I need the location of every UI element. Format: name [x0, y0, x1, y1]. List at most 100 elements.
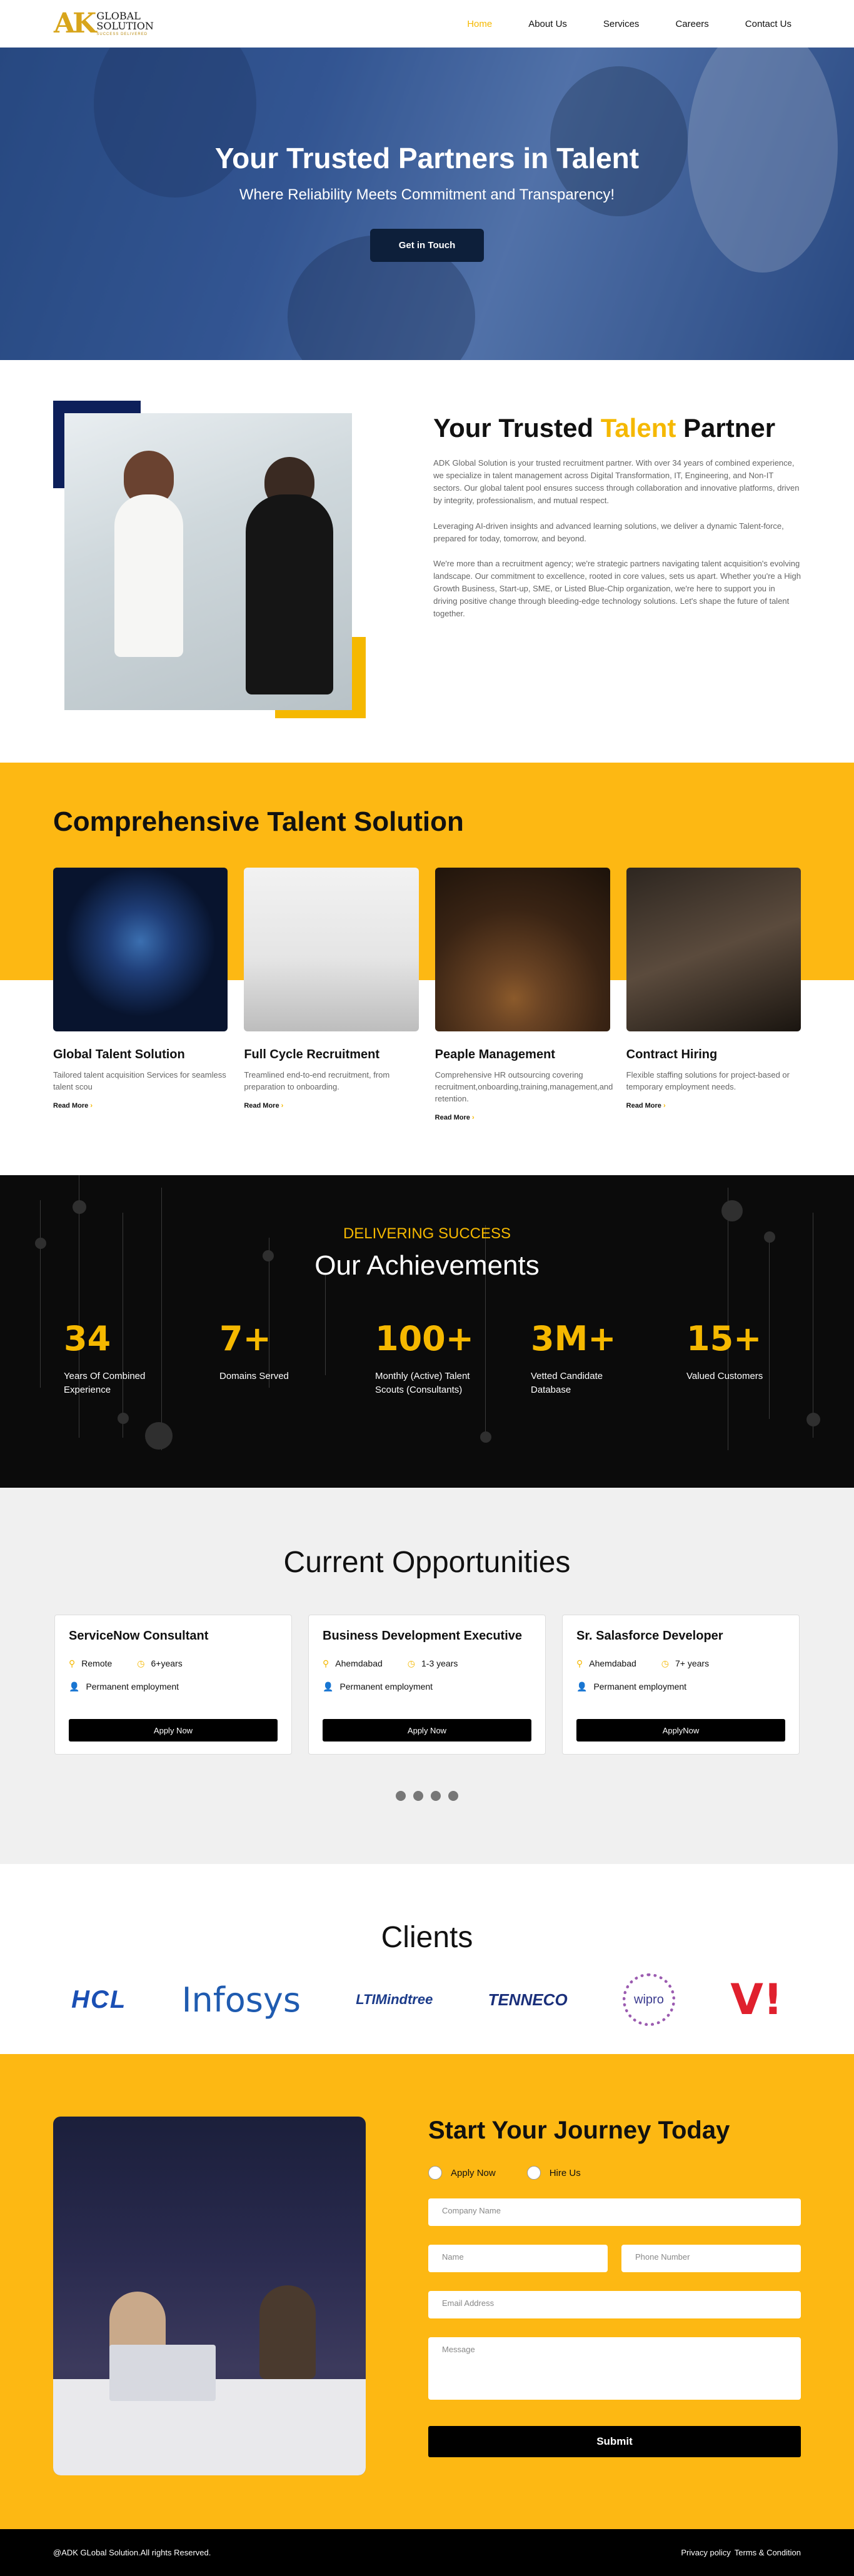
achievements-eyebrow: DELIVERING SUCCESS	[343, 1225, 511, 1242]
phone-field[interactable]: Phone Number	[621, 2245, 801, 2272]
job-location-text: Ahemdabad	[335, 1658, 383, 1668]
radio-apply-now[interactable]: Apply Now	[428, 2166, 496, 2180]
job-experience: ◷ 6+years	[137, 1658, 182, 1669]
logo-mark: AK	[54, 8, 96, 39]
read-more-label: Read More	[435, 1113, 470, 1121]
message-field[interactable]: Message	[428, 2337, 801, 2400]
about-paragraph: Leveraging AI-driven insights and advanc…	[433, 521, 784, 543]
job-location-text: Remote	[81, 1658, 113, 1668]
carousel-dot[interactable]	[396, 1791, 406, 1801]
read-more-link[interactable]: Read More ›	[244, 1102, 283, 1110]
service-card-title: Peaple Management	[435, 1048, 555, 1061]
about-title-pre: Your Trusted	[433, 413, 601, 443]
apply-now-button[interactable]: Apply Now	[323, 1719, 531, 1742]
service-card-title: Full Cycle Recruitment	[244, 1048, 380, 1061]
radio-hire-us[interactable]: Hire Us	[526, 2166, 581, 2180]
person-icon: 👤	[323, 1681, 334, 1691]
privacy-policy-link[interactable]: Privacy policy	[681, 2548, 730, 2557]
nav-careers[interactable]: Careers	[675, 19, 708, 29]
clock-icon: ◷	[137, 1658, 145, 1668]
carousel-dot[interactable]	[431, 1791, 441, 1801]
stat-label: Domains Served	[219, 1371, 289, 1381]
name-field[interactable]: Name	[428, 2245, 608, 2272]
woman-body	[114, 494, 183, 657]
job-type-text: Permanent employment	[339, 1681, 433, 1691]
job-type-text: Permanent employment	[86, 1681, 179, 1691]
stat-label: Valued Customers	[686, 1371, 763, 1381]
globe-hand-image	[53, 868, 228, 1031]
job-meta: ⚲ Ahemdabad ◷ 7+ years	[576, 1658, 785, 1669]
chevron-right-icon: ›	[90, 1101, 93, 1110]
read-more-link[interactable]: Read More ›	[626, 1102, 666, 1110]
service-card-desc: Treamlined end-to-end recruitment, from …	[244, 1070, 390, 1091]
job-experience: ◷ 7+ years	[661, 1658, 709, 1669]
job-experience: ◷ 1-3 years	[408, 1658, 458, 1669]
stat-label: Vetted Candidate Database	[531, 1371, 603, 1395]
job-card: Sr. Salasforce Developer ⚲ Ahemdabad ◷ 7+ …	[562, 1615, 800, 1755]
infosys-logo: Infosys	[181, 1980, 301, 2020]
service-card: Peaple Management Comprehensive HR outso…	[435, 868, 613, 1123]
job-meta: ⚲ Remote ◷ 6+years	[69, 1658, 278, 1669]
radio-hire-label: Hire Us	[549, 2167, 581, 2178]
hero-title: Your Trusted Partners in Talent	[214, 142, 640, 174]
clients-section: Clients HCL Infosys LTIMindtree TENNECO …	[0, 1864, 854, 2054]
stat-item: 7+ Domains Served	[219, 1319, 375, 1397]
footer: @ADK GLobal Solution.All rights Reserved…	[0, 2529, 854, 2576]
logo-text: GLOBAL SOLUTION SUCCESS DELIVERED	[96, 11, 154, 37]
get-in-touch-button[interactable]: Get in Touch	[369, 229, 485, 262]
stat-item: 15+ Valued Customers	[686, 1319, 842, 1397]
nav-contact-us[interactable]: Contact Us	[745, 19, 791, 29]
about-paragraph: We're more than a recruitment agency; we…	[433, 558, 801, 619]
wooden-figures-image	[435, 868, 610, 1031]
nav-home[interactable]: Home	[467, 19, 492, 29]
person-right	[259, 2285, 316, 2379]
terms-link[interactable]: Terms & Condition	[735, 2548, 801, 2557]
radio-circle[interactable]	[526, 2166, 541, 2180]
clock-icon: ◷	[661, 1658, 669, 1668]
decor-dot	[480, 1431, 491, 1443]
job-cards: ServiceNow Consultant ⚲ Remote ◷ 6+years 👤…	[0, 1615, 854, 1755]
company-name-field[interactable]: Company Name	[428, 2198, 801, 2226]
service-card-desc: Tailored talent acquisition Services for…	[53, 1070, 226, 1091]
job-type: 👤 Permanent employment	[323, 1681, 531, 1692]
job-card: ServiceNow Consultant ⚲ Remote ◷ 6+years 👤…	[54, 1615, 292, 1755]
service-card-desc: Flexible staffing solutions for project-…	[626, 1070, 790, 1091]
stat-item: 3M+ Vetted Candidate Database	[531, 1319, 686, 1397]
read-more-link[interactable]: Read More ›	[53, 1102, 93, 1110]
contact-form: Start Your Journey Today Apply Now Hire …	[428, 2117, 801, 2529]
job-type-text: Permanent employment	[593, 1681, 687, 1691]
carousel-dot[interactable]	[413, 1791, 423, 1801]
logo[interactable]: AK GLOBAL SOLUTION SUCCESS DELIVERED	[54, 10, 154, 38]
laptop	[109, 2345, 216, 2401]
stat-number: 34	[64, 1319, 111, 1358]
nav-services[interactable]: Services	[603, 19, 640, 29]
stat-item: 34 Years Of Combined Experience	[64, 1319, 219, 1397]
handshake-image	[64, 413, 352, 710]
service-cards: Global Talent Solution Tailored talent a…	[53, 868, 801, 1123]
service-card-title: Global Talent Solution	[53, 1048, 185, 1061]
achievements-section: DELIVERING SUCCESS Our Achievements 34 Y…	[0, 1175, 854, 1488]
logo-line2: SOLUTION	[96, 20, 154, 32]
nav-about-us[interactable]: About Us	[528, 19, 567, 29]
read-more-link[interactable]: Read More ›	[435, 1114, 475, 1121]
services-title: Comprehensive Talent Solution	[53, 806, 464, 837]
about-title: Your Trusted Talent Partner	[433, 413, 801, 443]
name-phone-row: Name Phone Number	[428, 2226, 801, 2272]
stat-label: Years Of Combined Experience	[64, 1371, 146, 1395]
job-location: ⚲ Ahemdabad	[323, 1658, 383, 1669]
clock-icon: ◷	[407, 1658, 415, 1668]
submit-button[interactable]: Submit	[428, 2426, 801, 2457]
email-field[interactable]: Email Address	[428, 2291, 801, 2318]
apply-now-button[interactable]: ApplyNow	[576, 1719, 785, 1742]
contact-title: Start Your Journey Today	[428, 2117, 730, 2144]
hero-content: Your Trusted Partners in Talent Where Re…	[0, 48, 854, 262]
person-icon: 👤	[69, 1681, 80, 1691]
stat-number: 3M+	[531, 1319, 616, 1358]
hero-subtitle: Where Reliability Meets Commitment and T…	[239, 186, 615, 203]
radio-circle[interactable]	[428, 2166, 442, 2180]
service-card: Global Talent Solution Tailored talent a…	[53, 868, 228, 1123]
carousel-dot[interactable]	[448, 1791, 458, 1801]
apply-now-button[interactable]: Apply Now	[69, 1719, 278, 1742]
job-type: 👤 Permanent employment	[69, 1681, 278, 1692]
job-type: 👤 Permanent employment	[576, 1681, 785, 1692]
